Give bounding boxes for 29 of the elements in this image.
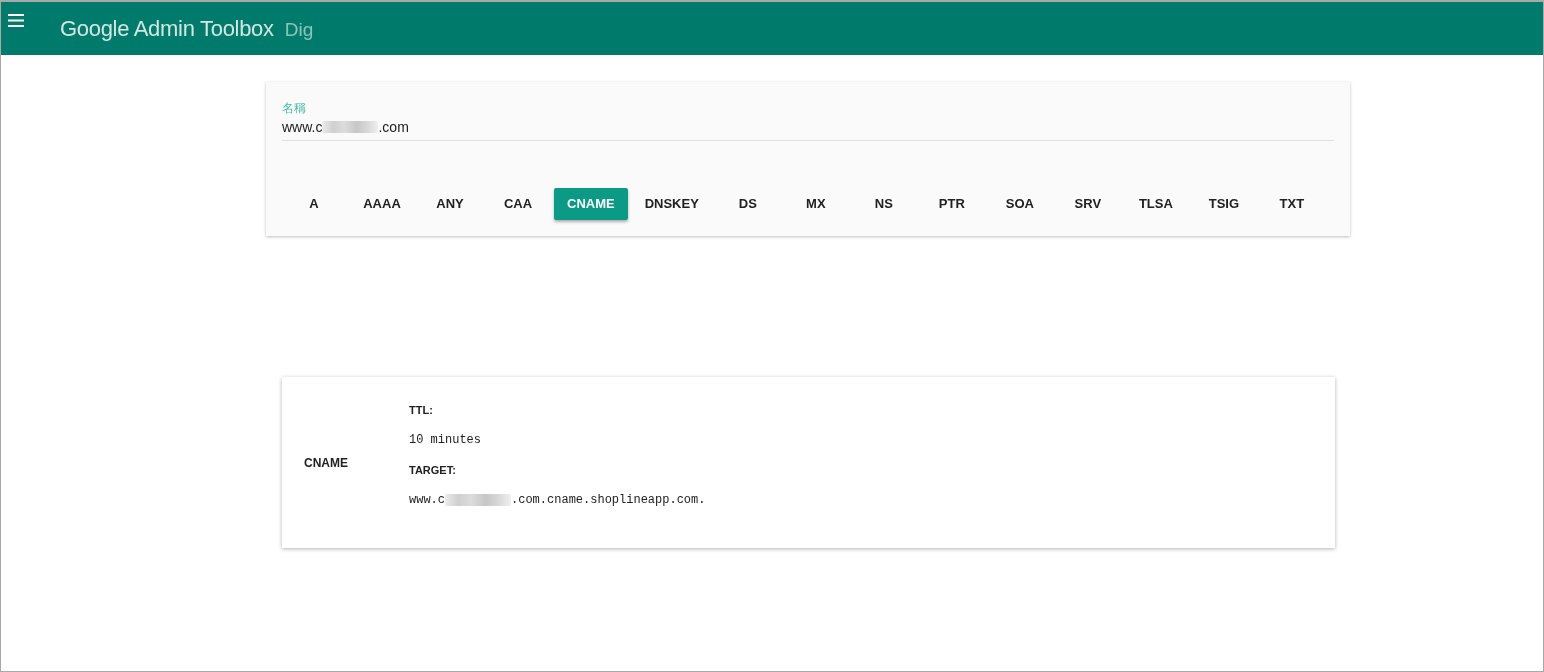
result-field-value: .com.cname.shoplineapp.com. bbox=[511, 492, 706, 508]
record-type-button[interactable]: NS bbox=[851, 188, 916, 220]
blurred-redaction bbox=[322, 121, 379, 133]
app-title: Google Admin Toolbox bbox=[60, 15, 274, 43]
record-type-button[interactable]: CAA bbox=[486, 188, 550, 220]
result-field-label: TARGET: bbox=[409, 463, 456, 478]
menu-button[interactable] bbox=[8, 14, 24, 27]
blurred-redaction bbox=[445, 494, 511, 506]
record-type-button[interactable]: SOA bbox=[987, 188, 1052, 220]
menu-icon bbox=[8, 14, 24, 27]
result-field-value: 10 minutes bbox=[409, 432, 481, 448]
record-type-button[interactable]: TLSA bbox=[1123, 188, 1188, 220]
record-type-button[interactable]: AAAA bbox=[350, 188, 414, 220]
record-type-button[interactable]: CNAME bbox=[554, 188, 628, 220]
app-subtitle: Dig bbox=[284, 17, 314, 42]
record-type-button[interactable]: DS bbox=[715, 188, 780, 220]
record-type-button[interactable]: ANY bbox=[418, 188, 482, 220]
field-label: 名稱 bbox=[282, 100, 306, 116]
record-type-button[interactable]: TSIG bbox=[1191, 188, 1256, 220]
name-field[interactable]: 名稱 www.c .com bbox=[282, 100, 1334, 141]
record-type-button[interactable]: A bbox=[282, 188, 346, 220]
result-field-label: TTL: bbox=[409, 403, 433, 418]
record-type-button[interactable]: DNSKEY bbox=[631, 188, 712, 220]
record-type-button[interactable]: TXT bbox=[1259, 188, 1324, 220]
record-type-label: CNAME bbox=[304, 454, 349, 472]
result-field-value: www.c bbox=[409, 492, 445, 508]
record-type-button[interactable]: MX bbox=[783, 188, 848, 220]
record-type-button[interactable]: SRV bbox=[1055, 188, 1120, 220]
record-type-button[interactable]: PTR bbox=[919, 188, 984, 220]
